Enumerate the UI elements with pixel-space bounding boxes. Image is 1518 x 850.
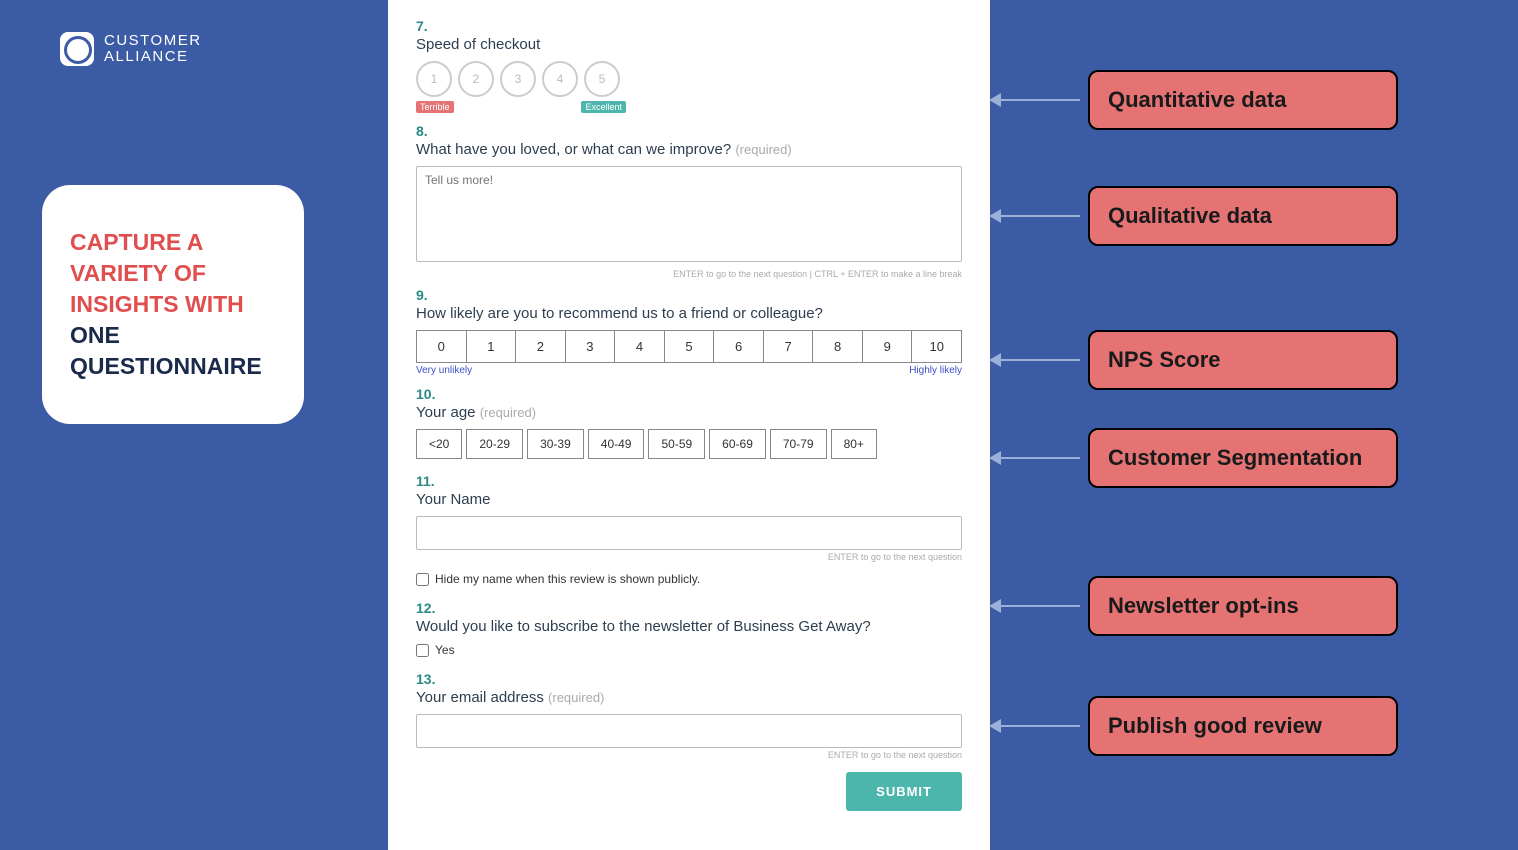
age-60-69[interactable]: 60-69 <box>709 429 766 459</box>
caption-red: CAPTURE A VARIETY OF INSIGHTS WITH <box>70 227 276 320</box>
form-panel: 7. Speed of checkout 1 2 3 4 5 Terrible … <box>388 0 990 850</box>
q11-title: Your Name <box>416 491 962 508</box>
q11-number: 11. <box>416 473 962 489</box>
nps-5[interactable]: 5 <box>665 331 715 362</box>
q13-title: Your email address (required) <box>416 689 962 706</box>
age-50-59[interactable]: 50-59 <box>648 429 705 459</box>
submit-button[interactable]: SUBMIT <box>846 772 962 811</box>
q9-number: 9. <box>416 287 962 303</box>
nps-10[interactable]: 10 <box>912 331 961 362</box>
callout-5: Publish good review <box>990 696 1398 756</box>
q9-title: How likely are you to recommend us to a … <box>416 305 962 322</box>
rating-labels: Terrible Excellent <box>416 101 626 113</box>
callout-2: NPS Score <box>990 330 1398 390</box>
arrow-icon <box>990 215 1080 217</box>
q12-number: 12. <box>416 600 962 616</box>
comment-textarea[interactable] <box>416 166 962 262</box>
q8-required: (required) <box>735 142 791 157</box>
terrible-badge: Terrible <box>416 101 454 113</box>
q8-number: 8. <box>416 123 962 139</box>
nps-0[interactable]: 0 <box>417 331 467 362</box>
age-u20[interactable]: <20 <box>416 429 462 459</box>
q13-required: (required) <box>548 690 604 705</box>
callout-box: Customer Segmentation <box>1088 428 1398 488</box>
nps-2[interactable]: 2 <box>516 331 566 362</box>
callout-1: Qualitative data <box>990 186 1398 246</box>
q13-title-text: Your email address <box>416 689 544 706</box>
q10-number: 10. <box>416 386 962 402</box>
nps-1[interactable]: 1 <box>467 331 517 362</box>
caption-card: CAPTURE A VARIETY OF INSIGHTS WITH ONE Q… <box>42 185 304 424</box>
callout-0: Quantitative data <box>990 70 1398 130</box>
arrow-icon <box>990 605 1080 607</box>
nps-3[interactable]: 3 <box>566 331 616 362</box>
callout-box: NPS Score <box>1088 330 1398 390</box>
hide-name-label: Hide my name when this review is shown p… <box>435 572 700 586</box>
nps-high-label: Highly likely <box>909 365 962 376</box>
excellent-badge: Excellent <box>581 101 626 113</box>
callout-3: Customer Segmentation <box>990 428 1398 488</box>
nps-8[interactable]: 8 <box>813 331 863 362</box>
callout-4: Newsletter opt-ins <box>990 576 1398 636</box>
logo-icon <box>60 32 94 66</box>
logo-line2: ALLIANCE <box>104 49 202 66</box>
q13-hint: ENTER to go to the next question <box>416 750 962 760</box>
callout-box: Qualitative data <box>1088 186 1398 246</box>
nps-low-label: Very unlikely <box>416 365 472 376</box>
rating-4[interactable]: 4 <box>542 61 578 97</box>
arrow-icon <box>990 99 1080 101</box>
q7-number: 7. <box>416 18 962 34</box>
age-40-49[interactable]: 40-49 <box>588 429 645 459</box>
q8-hint: ENTER to go to the next question | CTRL … <box>416 269 962 279</box>
q10-required: (required) <box>480 405 536 420</box>
q12-title: Would you like to subscribe to the newsl… <box>416 618 962 635</box>
hide-name-row[interactable]: Hide my name when this review is shown p… <box>416 572 962 586</box>
q7-title: Speed of checkout <box>416 36 962 53</box>
callouts-container: Quantitative data Qualitative data NPS Sco… <box>990 0 1510 850</box>
nps-row: 0 1 2 3 4 5 6 7 8 9 10 <box>416 330 962 363</box>
q13-number: 13. <box>416 671 962 687</box>
arrow-icon <box>990 457 1080 459</box>
hide-name-checkbox[interactable] <box>416 573 429 586</box>
rating-row: 1 2 3 4 5 <box>416 61 962 97</box>
rating-5[interactable]: 5 <box>584 61 620 97</box>
callout-box: Newsletter opt-ins <box>1088 576 1398 636</box>
rating-3[interactable]: 3 <box>500 61 536 97</box>
name-input[interactable] <box>416 516 962 550</box>
age-row: <20 20-29 30-39 40-49 50-59 60-69 70-79 … <box>416 429 962 459</box>
logo-text: CUSTOMER ALLIANCE <box>104 33 202 66</box>
q11-hint: ENTER to go to the next question <box>416 552 962 562</box>
arrow-icon <box>990 359 1080 361</box>
q8-title-text: What have you loved, or what can we impr… <box>416 141 731 158</box>
nps-4[interactable]: 4 <box>615 331 665 362</box>
newsletter-yes-label: Yes <box>435 643 455 657</box>
newsletter-checkbox[interactable] <box>416 644 429 657</box>
age-30-39[interactable]: 30-39 <box>527 429 584 459</box>
age-70-79[interactable]: 70-79 <box>770 429 827 459</box>
logo: CUSTOMER ALLIANCE <box>60 32 202 66</box>
age-20-29[interactable]: 20-29 <box>466 429 523 459</box>
q10-title: Your age (required) <box>416 404 962 421</box>
email-input[interactable] <box>416 714 962 748</box>
caption-dark: ONE QUESTIONNAIRE <box>70 320 276 382</box>
q8-title: What have you loved, or what can we impr… <box>416 141 962 158</box>
age-80p[interactable]: 80+ <box>831 429 877 459</box>
callout-box: Publish good review <box>1088 696 1398 756</box>
rating-1[interactable]: 1 <box>416 61 452 97</box>
nps-9[interactable]: 9 <box>863 331 913 362</box>
nps-6[interactable]: 6 <box>714 331 764 362</box>
newsletter-row[interactable]: Yes <box>416 643 962 657</box>
rating-2[interactable]: 2 <box>458 61 494 97</box>
q10-title-text: Your age <box>416 404 476 421</box>
logo-line1: CUSTOMER <box>104 33 202 50</box>
nps-7[interactable]: 7 <box>764 331 814 362</box>
nps-labels: Very unlikely Highly likely <box>416 365 962 376</box>
arrow-icon <box>990 725 1080 727</box>
callout-box: Quantitative data <box>1088 70 1398 130</box>
